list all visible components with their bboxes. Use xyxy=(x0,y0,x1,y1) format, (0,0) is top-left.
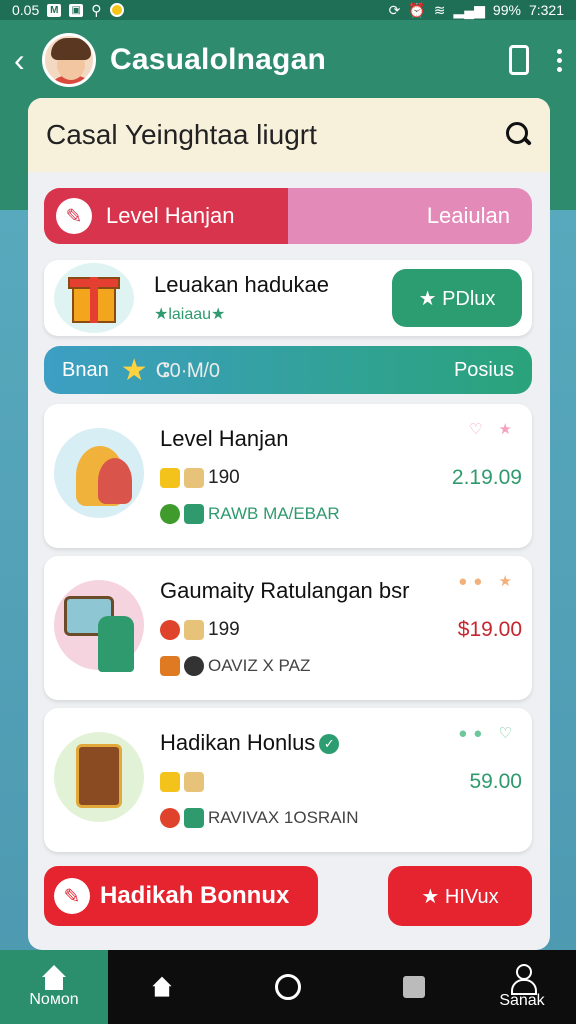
item-price: 59.00 xyxy=(469,770,522,793)
hivux-button[interactable]: ★ HIVux xyxy=(388,866,532,926)
battery-level: 99% xyxy=(492,2,521,18)
pencil-check-icon: ✎ xyxy=(54,878,90,914)
signal-icon: ▂▄▆ xyxy=(453,1,485,18)
nav-profile[interactable]: Sanak xyxy=(468,950,576,1024)
status-time-left: 0.05 xyxy=(12,2,40,18)
avatar[interactable] xyxy=(42,33,96,87)
badge-icon xyxy=(160,808,180,828)
status-bar: 0.05 M ▣ ⚲ ⟳ ⏰ ≋ ▂▄▆ 99% 7:321 xyxy=(0,0,576,20)
star-badge-icon xyxy=(160,468,180,488)
promo-button[interactable]: ★ PDlux xyxy=(392,269,522,327)
main-panel: Casal Yeinghtaa liugrt ✎ Level Hanjan Le… xyxy=(28,98,550,950)
list-item[interactable]: Level Hanjan 190 2.19.09 RAWB MA/EBAR ♡ … xyxy=(44,404,532,548)
level-label: Level Hanjan xyxy=(106,203,235,228)
flower-badge-icon xyxy=(160,620,180,640)
favorite-icons[interactable]: ♡ ★ xyxy=(469,420,518,438)
star-badge-icon xyxy=(160,772,180,792)
bonus-button-label: Hadikah Bonnux xyxy=(100,882,290,909)
star-icon: ★ xyxy=(120,353,148,387)
nav-circle[interactable] xyxy=(216,950,360,1024)
item-name: Level Hanjan xyxy=(160,426,289,451)
nav-system-home[interactable] xyxy=(108,950,216,1024)
home-outline-icon xyxy=(151,976,173,998)
home-icon xyxy=(40,965,68,991)
s-badge-icon xyxy=(184,656,204,676)
nav-home[interactable]: Noмon xyxy=(0,950,108,1024)
green-dot-icon xyxy=(160,504,180,524)
item-tag: OAVIZ X PAZ xyxy=(208,656,311,675)
status-clock: 7:321 xyxy=(528,2,564,18)
item-price: 2.19.09 xyxy=(451,466,522,489)
item-tag: RAVIVAX 1OSRAIN xyxy=(208,808,359,827)
item-tag: RAWB MA/EBAR xyxy=(208,504,340,523)
image-icon: ▣ xyxy=(69,3,84,17)
sync-icon: ⟳ xyxy=(388,1,401,18)
gift-icon xyxy=(54,263,136,333)
bonus-right-label: Posius xyxy=(453,358,514,381)
bottom-actions: ✎ Hadikah Bonnux ★ HIVux xyxy=(44,866,532,926)
list-item[interactable]: Hadikan Honlus ✓ 59.00 RAVIVAX 1OSRAIN ●●… xyxy=(44,708,532,852)
hand-badge-icon xyxy=(184,772,204,792)
recents-icon xyxy=(403,976,425,998)
search-icon[interactable] xyxy=(506,122,532,148)
more-menu-icon[interactable] xyxy=(557,48,562,72)
hand-badge-icon xyxy=(184,620,204,640)
favorite-icons[interactable]: ●● ★ xyxy=(458,572,518,590)
location-icon: ⚲ xyxy=(91,1,102,18)
person-icon xyxy=(509,964,537,995)
level-right-label: Leaiulan xyxy=(426,203,510,228)
pencil-check-icon: ✎ xyxy=(56,198,92,234)
item-count: 190 xyxy=(208,467,240,488)
app-notification-icon xyxy=(109,3,124,17)
chest-icon xyxy=(54,728,146,828)
search-input[interactable]: Casal Yeinghtaa liugrt xyxy=(46,119,317,151)
mail-icon: M xyxy=(47,3,62,17)
bonus-bar[interactable]: Bnan ★ ⵛ0·Ꮇ/0 Posius xyxy=(44,346,532,394)
box-badge-icon xyxy=(160,656,180,676)
verified-check-icon: ✓ xyxy=(319,734,340,755)
item-price: $19.00 xyxy=(457,618,522,641)
app-bar: ‹ Casualolnagan xyxy=(0,20,576,100)
bonus-button[interactable]: ✎ Hadikah Bonnux xyxy=(44,866,318,926)
favorite-icons[interactable]: ●● ♡ xyxy=(458,724,518,742)
level-progress-bar[interactable]: ✎ Level Hanjan Leaiulan xyxy=(44,188,532,244)
back-arrow-icon[interactable]: ‹ xyxy=(14,42,38,79)
wifi-icon: ≋ xyxy=(433,1,446,18)
tag-icon xyxy=(184,504,204,524)
bonus-left-label: Bnan xyxy=(62,358,109,381)
circle-icon xyxy=(275,974,301,1000)
hand-badge-icon xyxy=(184,468,204,488)
nav-recents[interactable] xyxy=(360,950,468,1024)
tag-icon xyxy=(184,808,204,828)
promo-card[interactable]: Leuakan hadukae ★laiaau★ ★ PDlux xyxy=(44,260,532,336)
promo-subtitle: ★laiaau★ xyxy=(154,306,226,323)
phone-icon[interactable] xyxy=(509,45,529,75)
alarm-icon: ⏰ xyxy=(408,1,426,18)
kids-icon xyxy=(54,424,146,524)
search-bar[interactable]: Casal Yeinghtaa liugrt xyxy=(28,98,550,172)
bottom-nav: Noмon Sanak xyxy=(0,950,576,1024)
nav-home-label: Noмon xyxy=(29,991,79,1008)
list-item[interactable]: Gaumaity Ratulangan bsr 199 $19.00 OAVIZ… xyxy=(44,556,532,700)
app-title: Casualolnagan xyxy=(110,43,326,76)
item-count: 199 xyxy=(208,619,240,640)
promo-title: Leuakan hadukae xyxy=(154,272,329,297)
bonus-code: ⵛ0·Ꮇ/0 xyxy=(155,359,221,382)
tablet-icon xyxy=(54,576,146,676)
